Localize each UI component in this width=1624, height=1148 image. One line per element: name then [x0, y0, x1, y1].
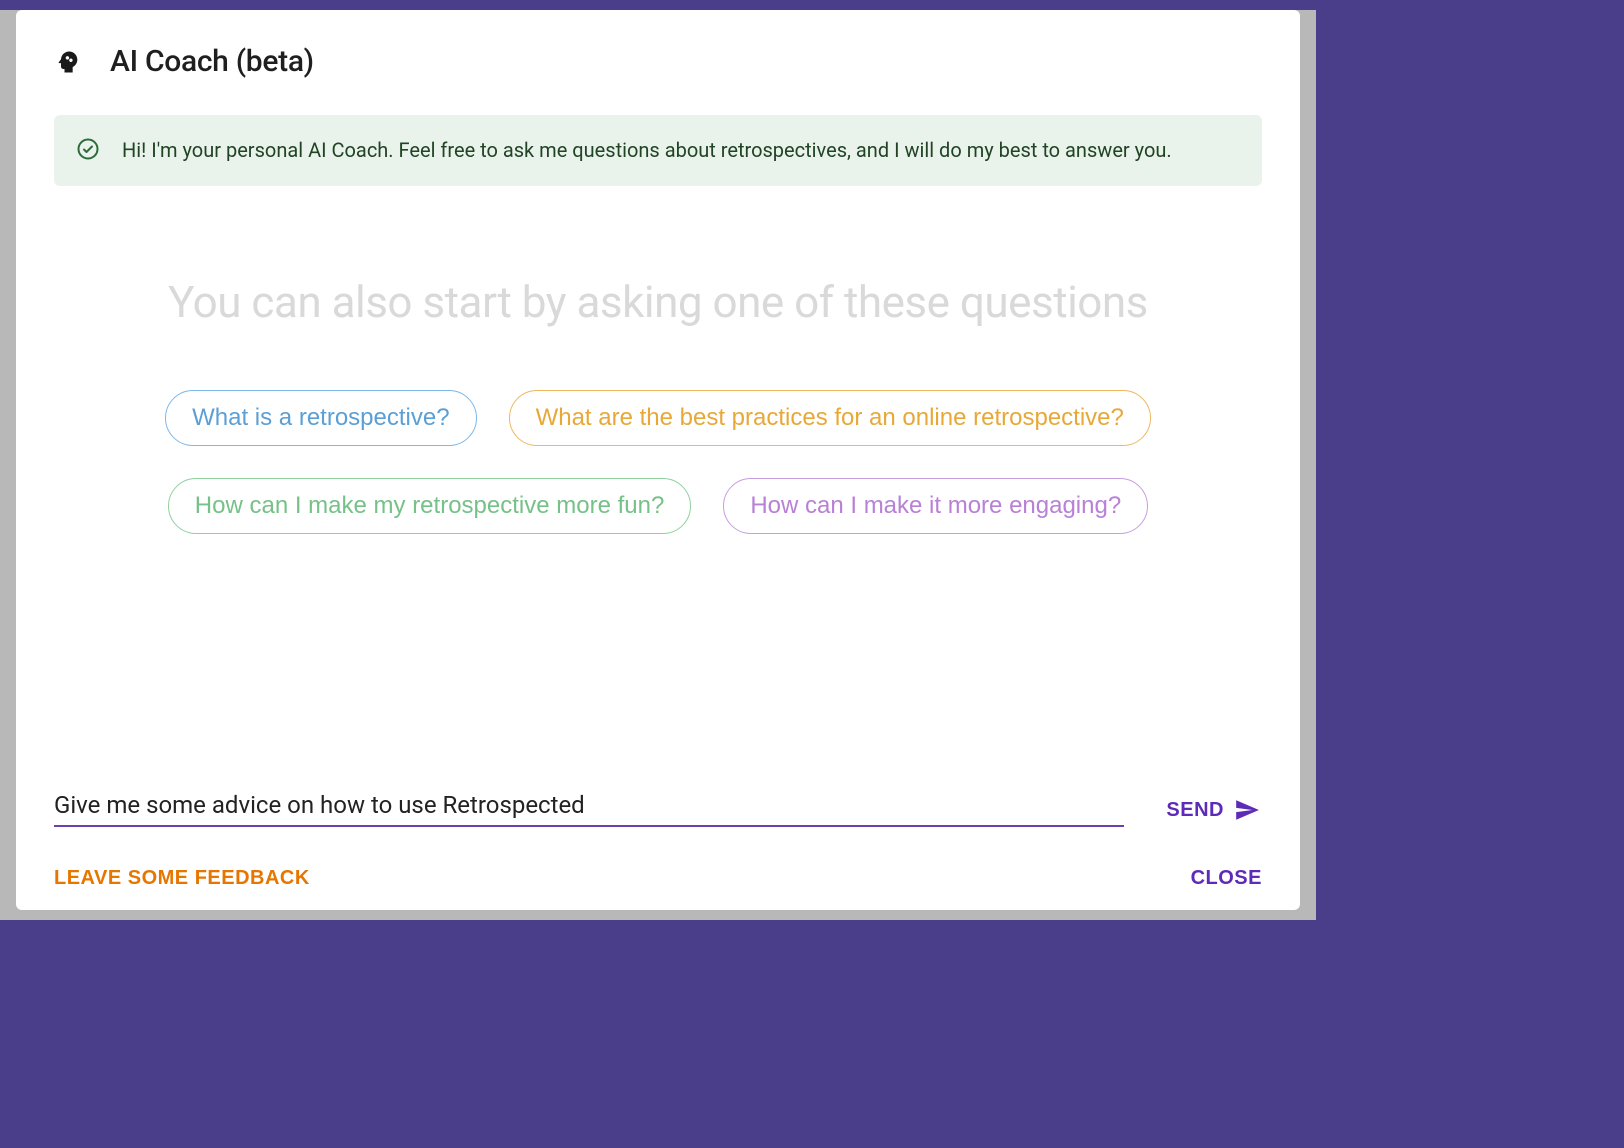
dialog-footer: LEAVE SOME FEEDBACK CLOSE [54, 867, 1262, 890]
ai-coach-dialog: AI Coach (beta) Hi! I'm your personal AI… [16, 10, 1300, 910]
feedback-button[interactable]: LEAVE SOME FEEDBACK [54, 867, 310, 890]
suggestion-chip[interactable]: What is a retrospective? [165, 390, 476, 446]
message-input[interactable] [54, 785, 1124, 827]
close-button[interactable]: CLOSE [1191, 867, 1262, 890]
dialog-title: AI Coach (beta) [110, 44, 314, 79]
intro-alert: Hi! I'm your personal AI Coach. Feel fre… [54, 115, 1262, 186]
suggestion-chip[interactable]: How can I make it more engaging? [723, 478, 1148, 534]
intro-alert-text: Hi! I'm your personal AI Coach. Feel fre… [122, 135, 1172, 166]
suggestion-chips-container: What is a retrospective? What are the be… [54, 390, 1262, 534]
suggestion-chip[interactable]: How can I make my retrospective more fun… [168, 478, 692, 534]
send-button[interactable]: SEND [1164, 793, 1262, 827]
psychology-icon [54, 48, 82, 76]
send-button-label: SEND [1166, 799, 1224, 822]
send-icon [1234, 797, 1260, 823]
check-circle-icon [76, 137, 100, 161]
suggestion-chip[interactable]: What are the best practices for an onlin… [509, 390, 1151, 446]
suggestions-heading: You can also start by asking one of thes… [54, 276, 1262, 328]
dialog-header: AI Coach (beta) [54, 44, 1262, 79]
input-row: SEND [54, 785, 1262, 827]
